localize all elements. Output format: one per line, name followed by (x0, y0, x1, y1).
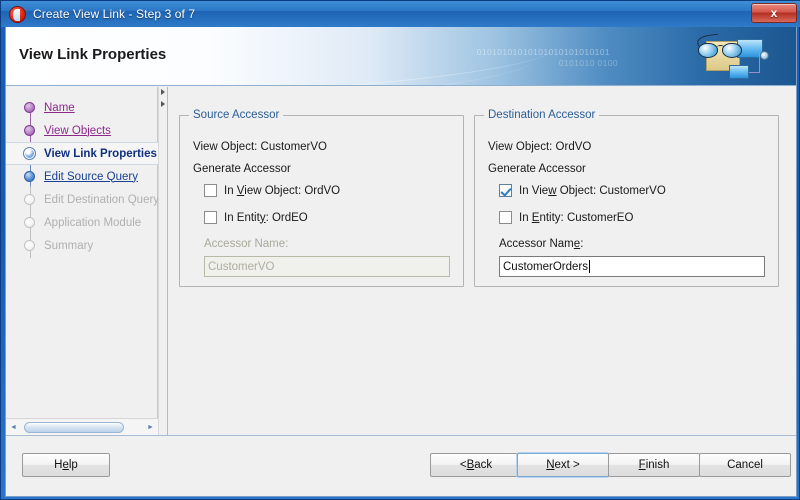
sidebar-item-view-link-properties[interactable]: View Link Properties (6, 142, 158, 165)
source-in-view-object-checkbox[interactable] (204, 184, 217, 197)
destination-accessor-group: Destination Accessor View Object: OrdVO … (474, 109, 779, 287)
sidebar-horizontal-scrollbar[interactable]: ◄ ► (6, 418, 158, 435)
source-accessor-group: Source Accessor View Object: CustomerVO … (179, 109, 464, 287)
step-bullet-icon (24, 102, 35, 113)
source-in-view-object-checkbox-row[interactable]: In View Object: OrdVO (204, 184, 340, 197)
cancel-button[interactable]: Cancel (699, 453, 791, 477)
step-bullet-current-icon (23, 147, 36, 160)
sidebar-item-edit-destination-query: Edit Destination Query (6, 188, 160, 211)
page-title: View Link Properties (19, 46, 167, 63)
sidebar-item-label: View Objects (44, 124, 111, 137)
source-accessor-name-label: Accessor Name: (204, 238, 289, 250)
banner-artwork-icon (694, 33, 774, 83)
dialog-button-bar: He lp < Back Next > Finish Cancel (6, 435, 796, 496)
step-bullet-icon (24, 125, 35, 136)
source-in-view-object-label: In View Object: OrdVO (224, 184, 341, 197)
sidebar-item-label: View Link Properties (44, 147, 157, 160)
title-bar: Create View Link - Step 3 of 7 x (1, 1, 800, 27)
sidebar-item-label: Edit Destination Query (44, 193, 160, 206)
destination-view-object-label: View Object: OrdVO (488, 141, 592, 153)
step-bullet-icon (24, 194, 35, 205)
window-icon-2 (729, 65, 749, 79)
sidebar-item-label: Application Module (44, 216, 142, 229)
step-bullet-icon (24, 240, 35, 251)
destination-generate-accessor-label: Generate Accessor (488, 163, 586, 175)
destination-in-entity-checkbox-row[interactable]: In Entity: CustomerEO (499, 211, 633, 224)
app-icon (9, 5, 26, 23)
wizard-content: Source Accessor View Object: CustomerVO … (169, 87, 796, 435)
destination-in-view-object-checkbox[interactable] (499, 184, 512, 197)
close-icon[interactable]: x (751, 3, 797, 23)
glasses-icon (696, 33, 748, 59)
dialog-body: Name View Objects View Link Properties E… (6, 87, 796, 435)
node-icon (760, 51, 769, 60)
scroll-right-arrow-icon[interactable]: ► (143, 420, 158, 435)
sidebar-item-summary: Summary (6, 234, 158, 257)
sidebar-item-label: Summary (44, 239, 94, 252)
sidebar-item-label: Name (44, 101, 75, 114)
next-button[interactable]: Next > (517, 453, 609, 477)
destination-accessor-title: Destination Accessor (484, 109, 600, 121)
source-generate-accessor-label: Generate Accessor (193, 163, 291, 175)
source-accessor-name-input: CustomerVO (204, 256, 450, 277)
connector-line-decor (749, 49, 760, 73)
glasses-lens-left (698, 43, 718, 58)
glasses-bridge (717, 45, 724, 49)
scrollbar-thumb[interactable] (24, 421, 124, 433)
text-caret (589, 260, 590, 273)
sidebar-splitter[interactable] (158, 87, 168, 435)
destination-in-view-object-checkbox-row[interactable]: In View Object: CustomerVO (499, 184, 666, 197)
sidebar-item-edit-source-query[interactable]: Edit Source Query (6, 165, 158, 188)
sidebar-item-application-module: Application Module (6, 211, 158, 234)
source-view-object-label: View Object: CustomerVO (193, 141, 328, 153)
banner-binary-decor-2: 0101010 0100 (558, 58, 618, 68)
scroll-left-arrow-icon[interactable]: ◄ (6, 420, 21, 435)
destination-accessor-name-input[interactable]: CustomerOrders (499, 256, 765, 277)
glasses-lens-right (722, 43, 742, 58)
source-in-entity-label: In Entity: OrdEO (224, 211, 308, 224)
source-accessor-title: Source Accessor (189, 109, 284, 121)
sidebar-item-name[interactable]: Name (6, 96, 158, 119)
wizard-banner: 01010101010101010101010101 0101010 0100 … (6, 27, 796, 86)
sidebar-item-label: Edit Source Query (44, 170, 138, 183)
back-button[interactable]: < Back (430, 453, 522, 477)
sidebar-item-view-objects[interactable]: View Objects (6, 119, 158, 142)
source-in-entity-checkbox-row[interactable]: In Entity: OrdEO (204, 211, 308, 224)
wizard-step-list: Name View Objects View Link Properties E… (6, 96, 160, 258)
step-bullet-icon (24, 217, 35, 228)
finish-button[interactable]: Finish (608, 453, 700, 477)
destination-accessor-name-label: Accessor Name: (499, 238, 584, 250)
help-button[interactable]: He lp (22, 453, 110, 477)
destination-in-entity-label: In Entity: CustomerEO (519, 211, 634, 224)
dialog-window: Create View Link - Step 3 of 7 x 0101010… (0, 0, 800, 500)
source-in-entity-checkbox[interactable] (204, 211, 217, 224)
destination-in-entity-checkbox[interactable] (499, 211, 512, 224)
banner-binary-decor: 01010101010101010101010101 (476, 47, 610, 57)
scrollbar-track[interactable] (21, 420, 143, 435)
dialog-client-area: 01010101010101010101010101 0101010 0100 … (5, 27, 797, 497)
step-bullet-icon (24, 171, 35, 182)
splitter-grip-icon-2[interactable] (161, 101, 166, 107)
splitter-grip-icon[interactable] (161, 89, 166, 95)
wizard-sidebar: Name View Objects View Link Properties E… (6, 87, 160, 435)
destination-in-view-object-label: In View Object: CustomerVO (519, 184, 666, 197)
window-title: Create View Link - Step 3 of 7 (33, 7, 196, 21)
